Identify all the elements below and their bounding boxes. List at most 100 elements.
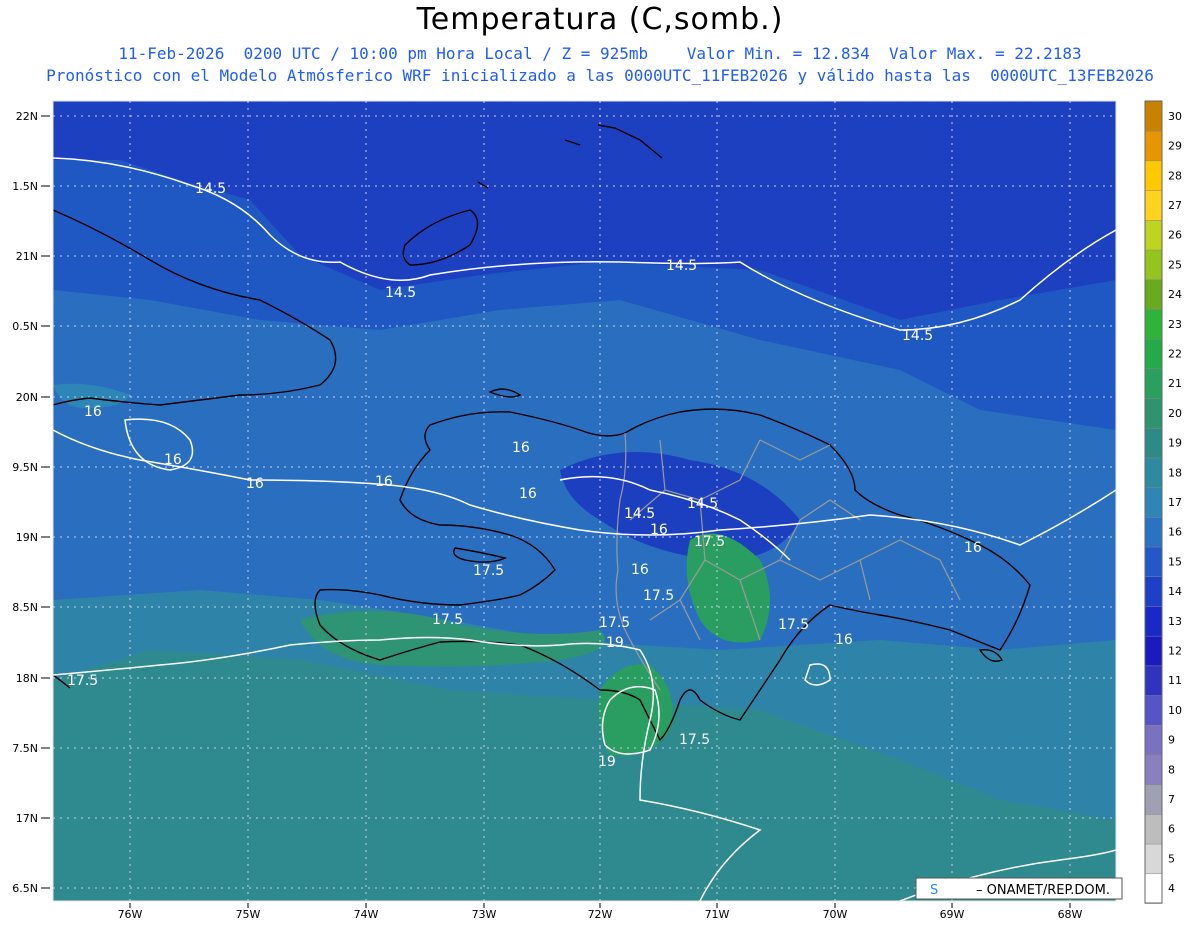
contour-label: 16 (246, 476, 264, 492)
colorbar-swatch (1144, 576, 1163, 607)
contour-label: 17.5 (599, 615, 630, 631)
credit-text: – ONAMET/REP.DOM. (976, 883, 1110, 898)
colorbar-swatch (1144, 783, 1163, 815)
contour-label: 19 (606, 635, 624, 651)
colorbar-swatch (1144, 308, 1163, 340)
colorbar-swatch (1144, 219, 1163, 251)
colorbar-swatch (1144, 754, 1163, 785)
colorbar-label: 24 (1168, 288, 1182, 301)
colorbar-swatch (1144, 278, 1163, 310)
colorbar-label: 29 (1168, 140, 1182, 153)
contour-label: 16 (835, 632, 853, 648)
contour-label: 14.5 (902, 328, 933, 344)
lon-label: 72W (588, 908, 613, 921)
contour-label: 17.5 (679, 732, 710, 748)
contour-label: 17.5 (694, 534, 725, 550)
colorbar-swatch (1144, 635, 1163, 667)
colorbar-label: 26 (1168, 229, 1182, 242)
colorbar-swatch (1144, 665, 1163, 696)
lon-label: 68W (1058, 908, 1083, 921)
colorbar-swatch (1144, 486, 1163, 518)
colorbar-swatch (1144, 457, 1163, 488)
contour-label: 14.5 (195, 181, 226, 197)
contour-label: 17.5 (778, 617, 809, 633)
lat-label: 1.5N (12, 180, 38, 193)
contour-label: 14.5 (385, 285, 416, 301)
colorbar-label: 7 (1168, 793, 1175, 806)
lat-label: 17N (16, 812, 38, 825)
longitude-axis: 76W 75W 74W 73W 72W 71W 70W 69W 68W (118, 908, 1083, 921)
lat-label: 9.5N (12, 461, 38, 474)
contour-label: 16 (375, 474, 393, 490)
colorbar-label: 30 (1168, 110, 1182, 123)
contour-label: 16 (964, 540, 982, 556)
colorbar-label: 18 (1168, 466, 1182, 479)
colorbar-label: 5 (1168, 852, 1175, 865)
colorbar-swatch (1144, 100, 1163, 132)
lon-label: 70W (823, 908, 848, 921)
colorbar-swatch (1144, 843, 1163, 875)
colorbar-swatch (1144, 427, 1163, 459)
latitude-ticks (41, 115, 50, 889)
colorbar-label: 27 (1168, 199, 1182, 212)
colorbar-label: 16 (1168, 526, 1182, 539)
colorbar-label: 17 (1168, 496, 1182, 509)
colorbar-label: 11 (1168, 674, 1182, 687)
colorbar-label: 15 (1168, 555, 1182, 568)
lat-label: 6.5N (12, 882, 38, 895)
credit-prefix: S (930, 883, 938, 898)
latitude-axis: 22N 1.5N 21N 0.5N 20N 9.5N 19N 8.5N 18N … (12, 110, 38, 895)
contour-label: 17.5 (473, 563, 504, 579)
contour-label: 14.5 (687, 496, 718, 512)
colorbar-swatch (1144, 873, 1163, 904)
colorbar-swatch (1144, 130, 1163, 162)
colorbar-label: 21 (1168, 377, 1182, 390)
temperature-field (53, 101, 1116, 901)
colorbar-swatch (1144, 516, 1163, 548)
contour-label: 17.5 (643, 588, 674, 604)
lat-label: 0.5N (12, 320, 38, 333)
lat-label: 18N (16, 672, 38, 685)
lat-label: 19N (16, 531, 38, 544)
contour-label: 16 (84, 404, 102, 420)
colorbar-swatch (1144, 605, 1163, 637)
contour-label: 16 (164, 452, 182, 468)
colorbar-swatch (1144, 724, 1163, 756)
colorbar-label: 25 (1168, 258, 1182, 271)
colorbar-label: 8 (1168, 763, 1175, 776)
lat-label: 20N (16, 391, 38, 404)
lat-label: 22N (16, 110, 38, 123)
lat-label: 8.5N (12, 601, 38, 614)
contour-label: 16 (650, 522, 668, 538)
lon-label: 71W (705, 908, 730, 921)
longitude-ticks (129, 903, 1071, 908)
colorbar-label: 10 (1168, 704, 1182, 717)
contour-label: 14.5 (624, 506, 655, 522)
contour-label: 19 (598, 754, 616, 770)
contour-label: 16 (512, 440, 530, 456)
colorbar-swatch (1144, 368, 1163, 399)
temperature-map: 14.5 14.5 14.5 14.5 14.5 14.5 16 16 16 1… (12, 100, 1182, 921)
lat-label: 21N (16, 250, 38, 263)
colorbar-swatch (1144, 249, 1163, 280)
colorbar-swatch (1144, 694, 1163, 726)
contour-label: 16 (631, 562, 649, 578)
colorbar-label: 28 (1168, 169, 1182, 182)
colorbar-label: 23 (1168, 318, 1182, 331)
contour-label: 16 (519, 486, 537, 502)
lat-label: 7.5N (12, 742, 38, 755)
lon-label: 76W (118, 908, 143, 921)
colorbar-swatch (1144, 160, 1163, 191)
colorbar-label: 12 (1168, 645, 1182, 658)
colorbar-label: 20 (1168, 407, 1182, 420)
colorbar-swatch (1144, 338, 1163, 370)
lon-label: 75W (236, 908, 261, 921)
colorbar-swatch (1144, 189, 1163, 221)
contour-label: 17.5 (67, 673, 98, 689)
colorbar-label: 13 (1168, 615, 1182, 628)
colorbar: 4 5 6 7 8 9 10 11 12 13 14 15 16 17 18 19 20 21 22 23 24 25 26… (1144, 100, 1182, 904)
contour-label: 14.5 (666, 258, 697, 274)
lon-label: 73W (472, 908, 497, 921)
colorbar-swatch (1144, 813, 1163, 845)
colorbar-label: 14 (1168, 585, 1182, 598)
